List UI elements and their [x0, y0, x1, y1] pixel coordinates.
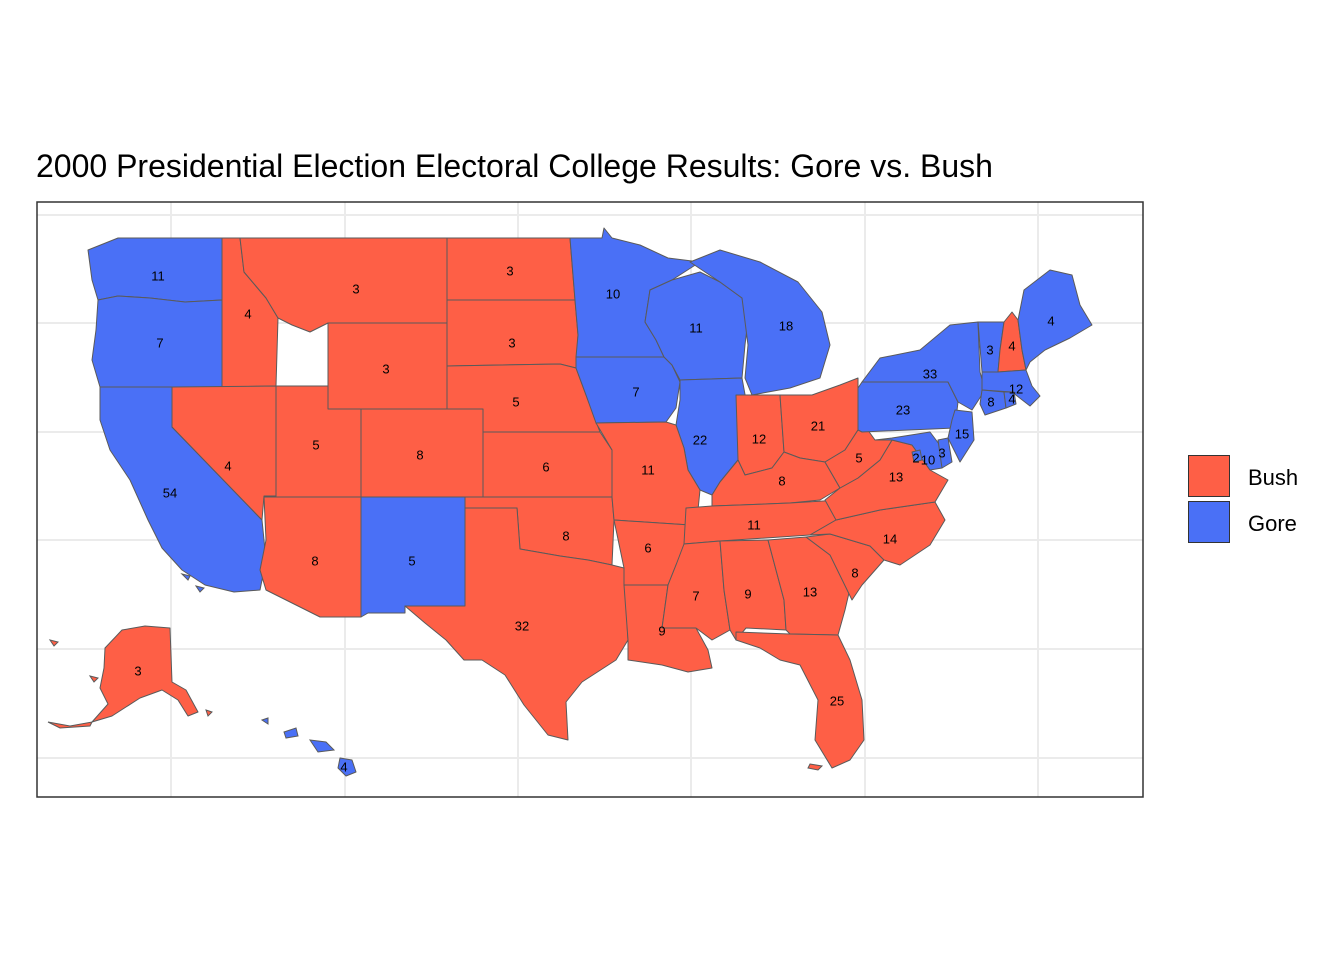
- state-label-PA: 23: [896, 403, 910, 418]
- state-label-AL: 9: [744, 587, 751, 602]
- state-label-KS: 6: [542, 460, 549, 475]
- state-label-IA: 7: [632, 385, 639, 400]
- state-label-NH: 4: [1008, 339, 1015, 354]
- state-label-OK: 8: [562, 529, 569, 544]
- state-label-CA: 54: [163, 486, 177, 501]
- state-label-NY: 33: [923, 367, 937, 382]
- hawaii-island-oahu: [283, 727, 299, 739]
- state-label-AK: 3: [134, 664, 141, 679]
- state-label-HI: 4: [340, 760, 347, 775]
- state-label-NC: 14: [883, 532, 897, 547]
- legend-label-gore: Gore: [1248, 511, 1297, 536]
- state-label-WA: 11: [151, 269, 165, 284]
- state-label-SD: 3: [508, 336, 515, 351]
- state-label-NM: 5: [408, 554, 415, 569]
- state-label-WI: 11: [689, 321, 703, 336]
- state-label-OR: 7: [156, 336, 163, 351]
- state-label-SC: 8: [851, 566, 858, 581]
- state-label-DC: 2: [912, 451, 919, 466]
- hawaii-island-kauai: [260, 717, 269, 725]
- state-label-IL: 22: [693, 433, 707, 448]
- state-label-TN: 11: [747, 518, 761, 533]
- fl-keys: [807, 763, 824, 771]
- state-SD: [446, 299, 579, 369]
- state-label-DE: 3: [938, 446, 945, 461]
- state-label-CT: 8: [987, 395, 994, 410]
- state-label-AR: 6: [644, 541, 651, 556]
- state-label-RI: 4: [1008, 392, 1015, 407]
- state-label-WV: 5: [855, 451, 862, 466]
- state-label-TX: 32: [515, 619, 529, 634]
- legend-label-bush: Bush: [1248, 465, 1299, 490]
- state-label-AZ: 8: [311, 554, 318, 569]
- legend-swatch-bush: [1188, 455, 1230, 497]
- state-label-NV: 4: [224, 459, 231, 474]
- state-label-MN: 10: [606, 287, 620, 302]
- state-FL: [735, 631, 865, 769]
- state-label-MS: 7: [692, 589, 699, 604]
- state-ME: [1017, 269, 1093, 371]
- state-label-OH: 21: [811, 419, 825, 434]
- state-label-VT: 3: [986, 343, 993, 358]
- state-label-LA: 9: [658, 624, 665, 639]
- state-label-WY: 3: [382, 362, 389, 377]
- state-label-MO: 11: [641, 463, 655, 478]
- hawaii-island-maui: [308, 739, 336, 753]
- state-label-ME: 4: [1047, 314, 1054, 329]
- state-label-ND: 3: [506, 264, 513, 279]
- state-label-IN: 12: [752, 432, 766, 447]
- state-label-GA: 13: [803, 585, 817, 600]
- state-label-NE: 5: [512, 395, 519, 410]
- state-label-MI: 18: [779, 319, 793, 334]
- state-label-MT: 3: [352, 282, 359, 297]
- state-label-VA: 13: [889, 470, 903, 485]
- state-label-UT: 5: [312, 438, 319, 453]
- state-label-KY: 8: [778, 474, 785, 489]
- state-label-NJ: 15: [955, 427, 969, 442]
- state-label-FL: 25: [830, 694, 844, 709]
- state-AK: [91, 625, 199, 723]
- state-label-CO: 8: [416, 448, 423, 463]
- legend-swatch-gore: [1188, 501, 1230, 543]
- map-canvas: 1175444335885335683210711691122181221811…: [36, 201, 1144, 798]
- state-label-ID: 4: [244, 307, 251, 322]
- state-label-MD: 10: [921, 453, 935, 468]
